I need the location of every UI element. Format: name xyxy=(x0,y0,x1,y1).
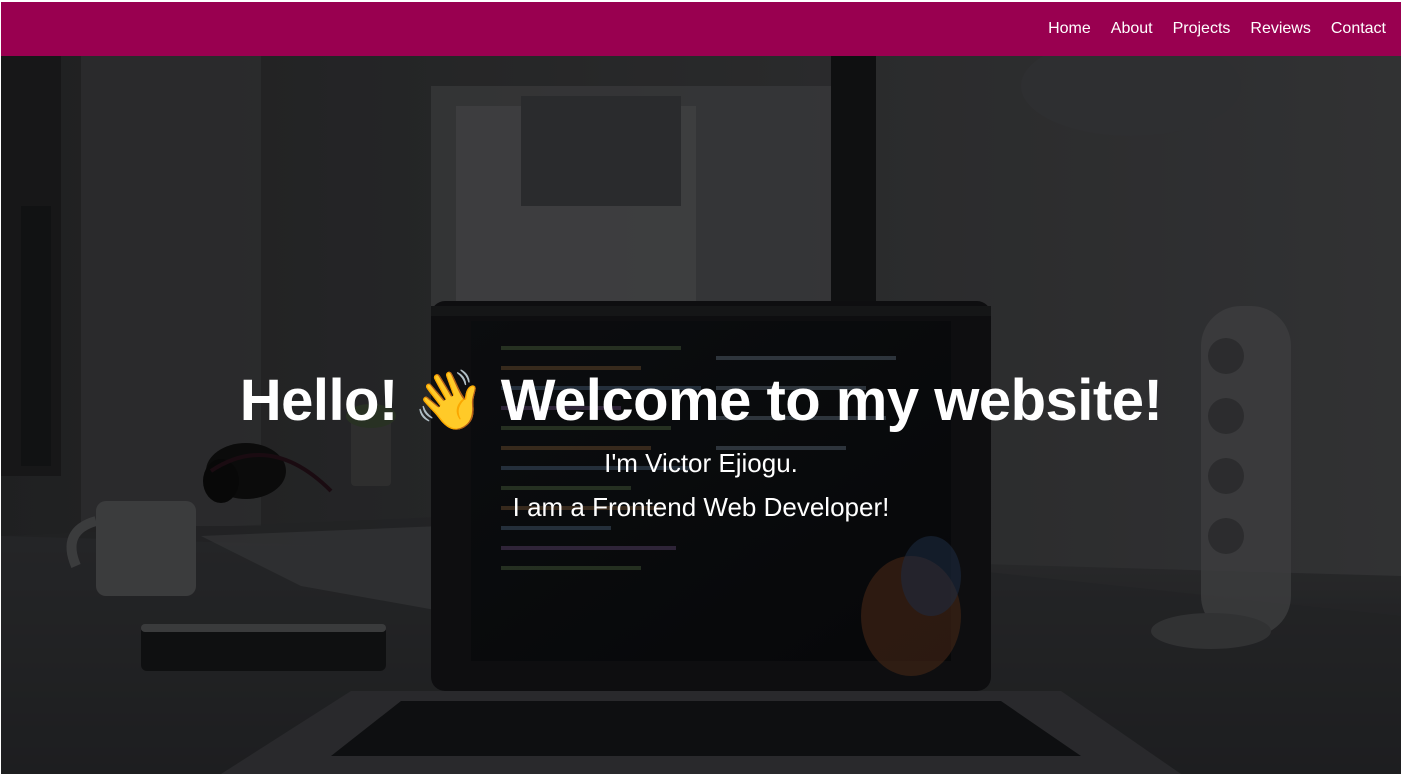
navbar: Home About Projects Reviews Contact xyxy=(1,2,1401,56)
hero-intro-role: I am a Frontend Web Developer! xyxy=(512,492,890,522)
page: Home About Projects Reviews Contact Hell… xyxy=(0,0,1402,774)
hero-section: Hello! 👋 Welcome to my website! I'm Vict… xyxy=(1,56,1401,774)
hero-title: Hello! 👋 Welcome to my website! xyxy=(239,368,1163,433)
nav-link-contact[interactable]: Contact xyxy=(1331,19,1386,39)
nav-link-home[interactable]: Home xyxy=(1048,19,1091,39)
nav-link-projects[interactable]: Projects xyxy=(1173,19,1231,39)
nav-link-reviews[interactable]: Reviews xyxy=(1250,19,1310,39)
nav-link-about[interactable]: About xyxy=(1111,19,1153,39)
hero-intro-name: I'm Victor Ejiogu. xyxy=(604,448,798,478)
hero-content: Hello! 👋 Welcome to my website! I'm Vict… xyxy=(1,361,1401,529)
